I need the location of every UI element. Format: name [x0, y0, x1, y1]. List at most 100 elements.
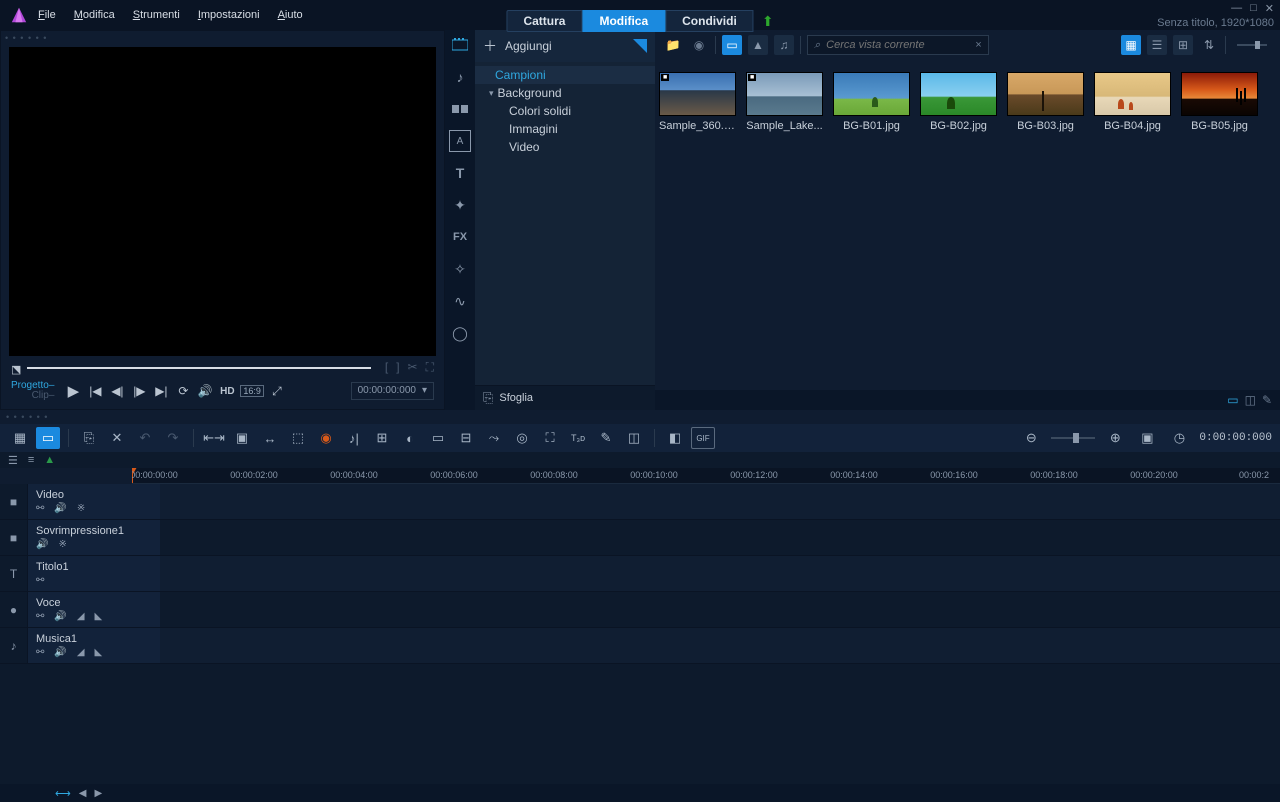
track-head-overlay[interactable]: Sovrimpressione1 🔊※ — [28, 520, 160, 555]
zoom-in-button[interactable]: ⊕ — [1103, 427, 1127, 449]
tl-tools-button[interactable]: ✕ — [105, 427, 129, 449]
go-end-button[interactable]: ▶| — [152, 384, 170, 398]
menu-file[interactable]: File — [38, 9, 56, 21]
cat-text-icon[interactable]: T — [449, 162, 471, 184]
view-list-button[interactable]: ☰ — [1147, 35, 1167, 55]
zoom-fit-button[interactable]: ▣ — [1135, 427, 1159, 449]
sort-button[interactable]: ⇅ — [1199, 35, 1219, 55]
cat-fx-icon[interactable]: FX — [449, 226, 471, 248]
track-head-video[interactable]: Video ⚯🔊※ — [28, 484, 160, 519]
tl-color-button[interactable]: ◧ — [663, 427, 687, 449]
thumb-size-slider[interactable] — [1232, 35, 1272, 55]
zoom-out-button[interactable]: ⊖ — [1019, 427, 1043, 449]
tl-view-toggle[interactable]: ≡ — [28, 454, 34, 466]
tl-audio-button[interactable]: ♪| — [342, 427, 366, 449]
fade-out-icon[interactable]: ◣ — [95, 647, 103, 658]
mode-clip-label[interactable]: Clip– — [11, 391, 54, 401]
cat-titles-icon[interactable]: A — [449, 130, 471, 152]
mute-icon[interactable]: 🔊 — [36, 539, 48, 550]
menu-edit[interactable]: Modifica — [74, 9, 115, 21]
view-thumb-button[interactable]: ▦ — [1121, 35, 1141, 55]
mute-icon[interactable]: 🔊 — [54, 611, 66, 622]
thumb-item[interactable]: BG-B01.jpg — [833, 72, 910, 132]
fade-in-icon[interactable]: ◢ — [77, 647, 85, 658]
go-start-button[interactable]: |◀ — [86, 384, 104, 398]
scrub-marker-icon[interactable]: ⬔ — [11, 363, 21, 373]
track-body-overlay[interactable] — [160, 520, 1280, 555]
expand-icon[interactable]: ⛶ — [426, 360, 434, 375]
menu-help[interactable]: Aiuto — [278, 9, 303, 21]
maximize-button[interactable]: □ — [1250, 2, 1257, 15]
link-icon[interactable]: ⚯ — [36, 575, 44, 586]
mute-icon[interactable]: 🔊 — [54, 503, 66, 514]
thumb-item[interactable]: BG-B03.jpg — [1007, 72, 1084, 132]
cat-media-icon[interactable] — [449, 34, 471, 56]
play-button[interactable]: ▶ — [64, 382, 82, 400]
footer-prev-button[interactable]: ◀ — [79, 788, 87, 799]
scrub-bar[interactable] — [27, 367, 371, 369]
thumb-item[interactable]: ■ Sample_360.m... — [659, 72, 736, 132]
tree-node-background[interactable]: ▾Background — [475, 84, 655, 102]
fx-icon[interactable]: ※ — [77, 503, 85, 514]
filter-photo-button[interactable]: ▲ — [748, 35, 768, 55]
track-body-video[interactable] — [160, 484, 1280, 519]
add-media-button[interactable]: ＋ Aggiungi — [475, 30, 655, 62]
fullscreen-button[interactable]: ⤢ — [268, 384, 286, 399]
tl-crop-button[interactable]: ⬚ — [286, 427, 310, 449]
search-input[interactable]: ⌕ × — [807, 35, 989, 55]
tl-3d-title-button[interactable]: T₃ᴅ — [566, 427, 590, 449]
cat-motion-icon[interactable]: ∿ — [449, 290, 471, 312]
volume-button[interactable]: 🔊 — [196, 384, 214, 398]
filter-all-button[interactable]: ▭ — [722, 35, 742, 55]
cat-magic-icon[interactable]: ✧ — [449, 258, 471, 280]
fade-out-icon[interactable]: ◣ — [95, 611, 103, 622]
timeline-timecode[interactable]: 0:00:00:000 — [1199, 432, 1272, 444]
tl-pan-zoom-button[interactable]: ⛶ — [538, 427, 562, 449]
mute-icon[interactable]: 🔊 — [54, 647, 66, 658]
tl-blend-button[interactable]: ◐ — [398, 427, 422, 449]
thumb-item[interactable]: BG-B02.jpg — [920, 72, 997, 132]
minimize-button[interactable]: — — [1231, 2, 1242, 15]
status-edit-icon[interactable]: ✎ — [1262, 393, 1272, 407]
close-button[interactable]: ✕ — [1265, 2, 1274, 15]
fade-in-icon[interactable]: ◢ — [77, 611, 85, 622]
track-head-voice[interactable]: Voce ⚯🔊◢◣ — [28, 592, 160, 627]
step-forward-button[interactable]: |▶ — [130, 384, 148, 398]
thumb-item[interactable]: BG-B05.jpg — [1181, 72, 1258, 132]
tl-add-track-button[interactable]: ▲ — [44, 454, 55, 466]
cat-overlays-icon[interactable]: ✦ — [449, 194, 471, 216]
tl-copy-attrs-button[interactable]: ⎘ — [77, 427, 101, 449]
link-icon[interactable]: ⚯ — [36, 503, 44, 514]
tl-list-toggle[interactable]: ☰ — [8, 454, 18, 467]
track-body-music[interactable] — [160, 628, 1280, 663]
record-button[interactable]: ◉ — [689, 35, 709, 55]
tree-node-colors[interactable]: Colori solidi — [475, 102, 655, 120]
tl-split-screen-button[interactable]: ◫ — [622, 427, 646, 449]
preview-timecode[interactable]: 00:00:00:000 ▾ — [351, 382, 434, 400]
tree-node-video[interactable]: Video — [475, 138, 655, 156]
mode-tab-share[interactable]: Condividi — [665, 10, 754, 32]
track-body-voice[interactable] — [160, 592, 1280, 627]
mode-tab-capture[interactable]: Cattura — [506, 10, 582, 32]
link-icon[interactable]: ⚯ — [36, 611, 44, 622]
mark-in-icon[interactable]: [ — [385, 360, 388, 375]
tl-clock-icon[interactable]: ◷ — [1167, 427, 1191, 449]
tl-undo-button[interactable]: ↶ — [133, 427, 157, 449]
upload-icon[interactable]: ⬆ — [762, 13, 774, 30]
split-clip-icon[interactable]: ✂ — [408, 360, 418, 375]
aspect-ratio[interactable]: 16:9 — [240, 385, 264, 397]
track-body-title[interactable] — [160, 556, 1280, 591]
tl-motion-button[interactable]: ⤳ — [482, 427, 506, 449]
tl-chapter-button[interactable]: ▭ — [426, 427, 450, 449]
tl-track-motion-button[interactable]: ◎ — [510, 427, 534, 449]
track-head-title[interactable]: Titolo1 ⚯ — [28, 556, 160, 591]
filter-audio-button[interactable]: ♫ — [774, 35, 794, 55]
thumb-item[interactable]: BG-B04.jpg — [1094, 72, 1171, 132]
footer-next-button[interactable]: ▶ — [94, 788, 102, 799]
hd-toggle[interactable]: HD — [218, 386, 236, 397]
import-folder-button[interactable]: 📁 — [663, 35, 683, 55]
tl-paint-button[interactable]: ✎ — [594, 427, 618, 449]
mode-tab-edit[interactable]: Modifica — [582, 10, 665, 32]
cat-transitions-icon[interactable] — [449, 98, 471, 120]
tl-timeline-button[interactable]: ▭ — [36, 427, 60, 449]
